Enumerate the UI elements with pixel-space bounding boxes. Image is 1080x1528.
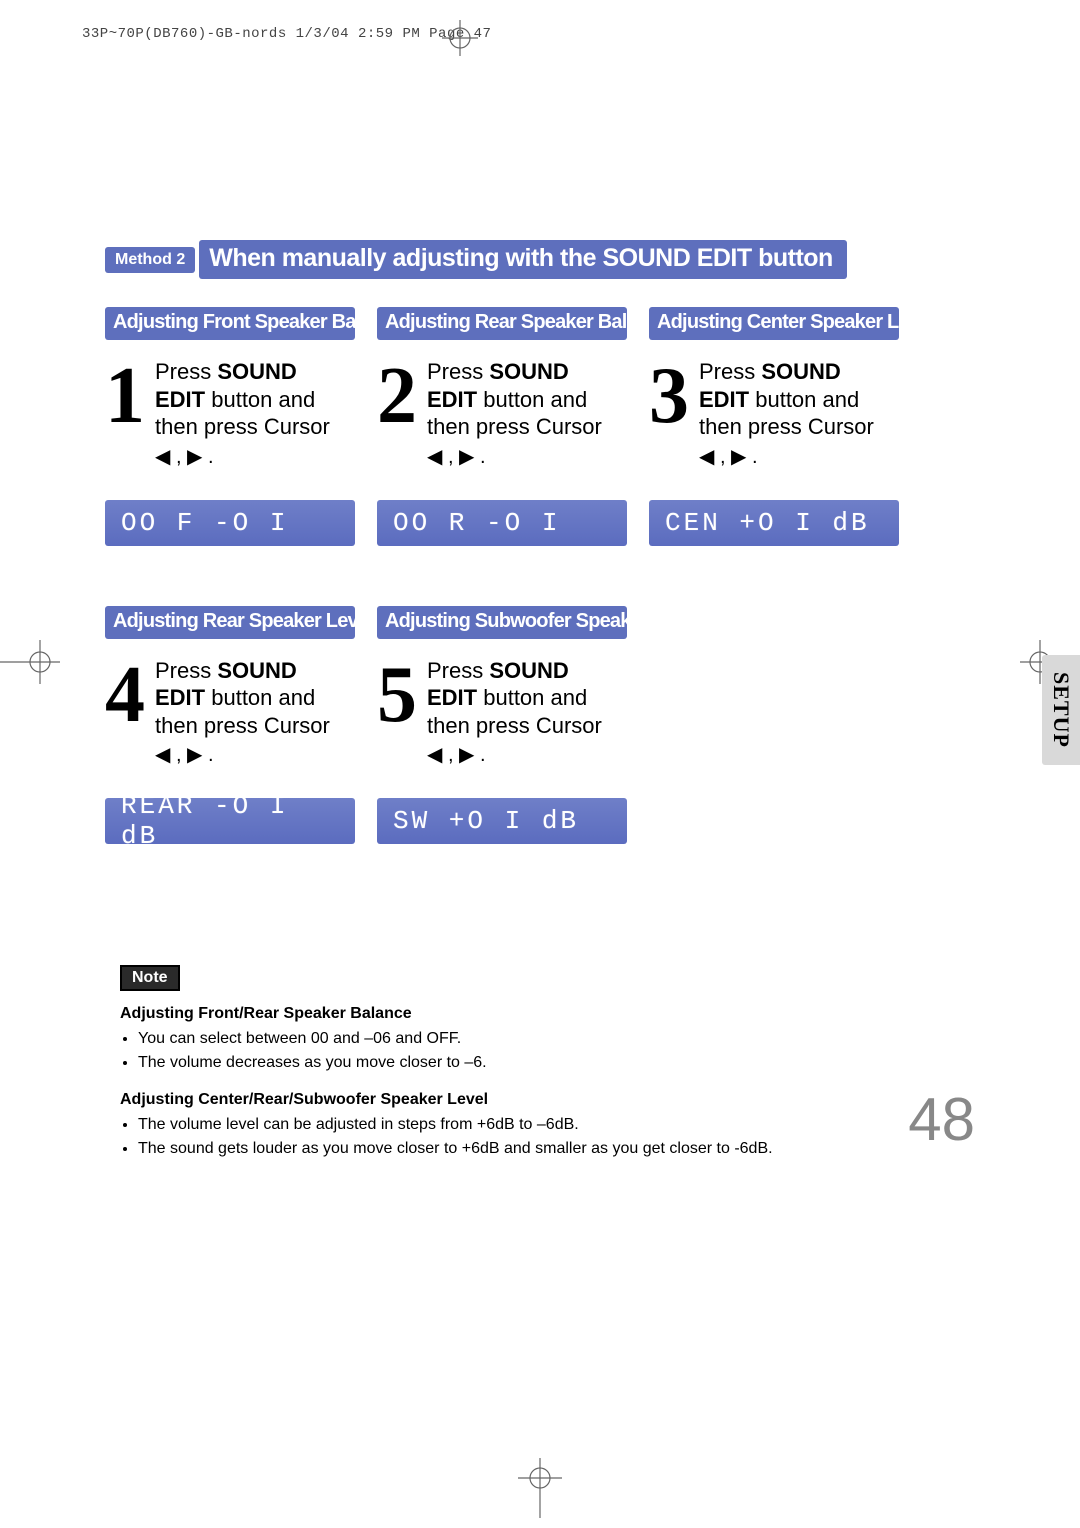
step-2: Adjusting Rear Speaker Balance 2 Press S… xyxy=(377,307,627,546)
crop-mark-icon xyxy=(0,640,60,684)
step-text: Press SOUND EDIT button and then press C… xyxy=(427,358,627,470)
lcd-display: OO R -O I xyxy=(377,500,627,546)
step-heading: Adjusting Rear Speaker Balance xyxy=(377,307,627,340)
step-number: 5 xyxy=(377,663,417,727)
method-heading: When manually adjusting with the SOUND E… xyxy=(199,240,847,279)
step-text: Press SOUND EDIT button and then press C… xyxy=(155,657,355,769)
steps-grid: Adjusting Front Speaker Balance 1 Press … xyxy=(105,307,975,844)
step-heading: Adjusting Rear Speaker Level xyxy=(105,606,355,639)
step-text: Press SOUND EDIT button and then press C… xyxy=(699,358,899,470)
cursor-arrows-icon: ◀ , ▶ . xyxy=(699,445,899,470)
step-number: 3 xyxy=(649,364,689,428)
step-1: Adjusting Front Speaker Balance 1 Press … xyxy=(105,307,355,546)
step-number: 4 xyxy=(105,663,145,727)
list-item: The volume level can be adjusted in step… xyxy=(138,1113,950,1137)
crop-mark-icon xyxy=(518,1458,562,1518)
step-text: Press SOUND EDIT button and then press C… xyxy=(155,358,355,470)
note-heading-1: Adjusting Front/Rear Speaker Balance xyxy=(120,1005,950,1023)
note-list-1: You can select between 00 and –06 and OF… xyxy=(120,1027,950,1075)
setup-side-tab: SETUP xyxy=(1042,655,1080,765)
lcd-display: CEN +O I dB xyxy=(649,500,899,546)
list-item: You can select between 00 and –06 and OF… xyxy=(138,1027,950,1051)
lcd-display: SW +O I dB xyxy=(377,798,627,844)
print-header: 33P~70P(DB760)-GB-nords 1/3/04 2:59 PM P… xyxy=(82,26,491,42)
step-number: 1 xyxy=(105,364,145,428)
page-number: 48 xyxy=(908,1085,975,1154)
step-4: Adjusting Rear Speaker Level 4 Press SOU… xyxy=(105,606,355,845)
list-item: The volume decreases as you move closer … xyxy=(138,1051,950,1075)
note-list-2: The volume level can be adjusted in step… xyxy=(120,1113,950,1161)
crop-mark-icon xyxy=(442,20,478,56)
step-5: Adjusting Subwoofer Speaker Level 5 Pres… xyxy=(377,606,627,845)
step-text: Press SOUND EDIT button and then press C… xyxy=(427,657,627,769)
cursor-arrows-icon: ◀ , ▶ . xyxy=(427,445,627,470)
method-title-row: Method 2 When manually adjusting with th… xyxy=(105,240,975,279)
lcd-display: REAR -O I dB xyxy=(105,798,355,844)
method-badge: Method 2 xyxy=(105,247,195,273)
lcd-display: OO F -O I xyxy=(105,500,355,546)
cursor-arrows-icon: ◀ , ▶ . xyxy=(155,445,355,470)
list-item: The sound gets louder as you move closer… xyxy=(138,1137,950,1161)
setup-tab-label: SETUP xyxy=(1048,672,1074,748)
step-number: 2 xyxy=(377,364,417,428)
note-heading-2: Adjusting Center/Rear/Subwoofer Speaker … xyxy=(120,1091,950,1109)
note-section: Note Adjusting Front/Rear Speaker Balanc… xyxy=(120,965,950,1177)
step-heading: Adjusting Front Speaker Balance xyxy=(105,307,355,340)
cursor-arrows-icon: ◀ , ▶ . xyxy=(155,743,355,768)
step-3: Adjusting Center Speaker Level 3 Press S… xyxy=(649,307,899,546)
cursor-arrows-icon: ◀ , ▶ . xyxy=(427,743,627,768)
step-heading: Adjusting Subwoofer Speaker Level xyxy=(377,606,627,639)
note-badge: Note xyxy=(120,965,180,991)
step-heading: Adjusting Center Speaker Level xyxy=(649,307,899,340)
